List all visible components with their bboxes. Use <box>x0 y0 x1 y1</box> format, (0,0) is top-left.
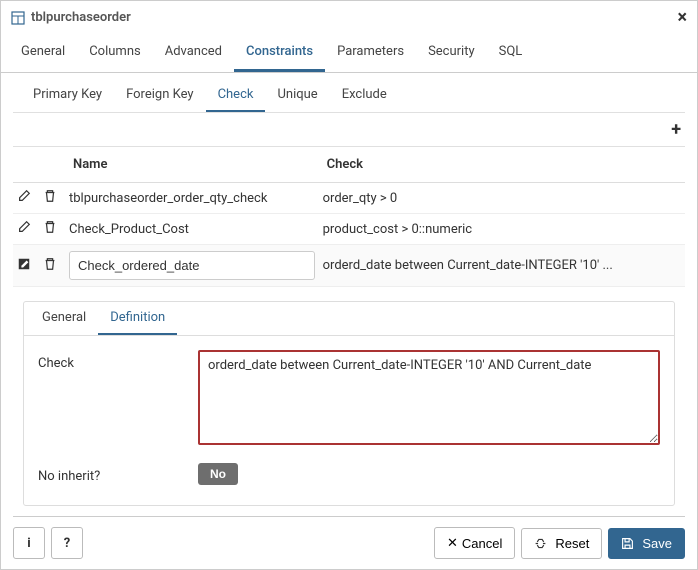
cancel-label: Cancel <box>462 536 502 551</box>
constraints-table: Name Check tblpurchaseorder_order_qty_ch… <box>13 147 685 287</box>
recycle-icon <box>534 537 551 550</box>
tab-columns[interactable]: Columns <box>77 34 153 72</box>
content: Primary Key Foreign Key Check Unique Exc… <box>1 79 697 506</box>
table-row: tblpurchaseorder_order_qty_check order_q… <box>13 183 685 214</box>
no-inherit-label: No inherit? <box>38 463 198 485</box>
subtab-check[interactable]: Check <box>206 79 266 112</box>
save-button[interactable]: Save <box>608 528 685 559</box>
reset-label: Reset <box>555 536 589 551</box>
detail-tab-definition[interactable]: Definition <box>98 302 177 335</box>
tab-constraints[interactable]: Constraints <box>234 34 325 72</box>
table-row: orderd_date between Current_date-INTEGER… <box>13 245 685 287</box>
tab-advanced[interactable]: Advanced <box>153 34 234 72</box>
main-tabs: General Columns Advanced Constraints Par… <box>1 34 697 73</box>
cell-check: product_cost > 0::numeric <box>319 214 685 245</box>
check-label: Check <box>38 350 198 445</box>
trash-icon[interactable] <box>43 189 61 203</box>
detail-body: Check No inherit? No <box>24 336 674 505</box>
save-label: Save <box>642 536 672 551</box>
cell-check: orderd_date between Current_date-INTEGER… <box>319 245 685 287</box>
detail-tab-general[interactable]: General <box>30 302 98 335</box>
cell-name: tblpurchaseorder_order_qty_check <box>65 183 319 214</box>
dialog-footer: i ? ✕ Cancel Reset Save <box>1 517 697 569</box>
no-inherit-toggle[interactable]: No <box>198 463 238 485</box>
table-toolbar: + <box>13 113 685 147</box>
reset-button[interactable]: Reset <box>521 528 602 559</box>
detail-tabs: General Definition <box>24 302 674 336</box>
name-input[interactable] <box>69 251 315 280</box>
tab-security[interactable]: Security <box>416 34 487 72</box>
col-check: Check <box>319 147 685 183</box>
edit-icon[interactable] <box>17 257 35 271</box>
sub-tabs: Primary Key Foreign Key Check Unique Exc… <box>13 79 685 113</box>
help-button[interactable]: ? <box>51 527 83 559</box>
cell-name: Check_Product_Cost <box>65 214 319 245</box>
x-icon: ✕ <box>447 535 458 551</box>
dialog: tblpurchaseorder × General Columns Advan… <box>0 0 698 570</box>
subtab-primary-key[interactable]: Primary Key <box>21 79 114 112</box>
table-icon <box>11 11 25 25</box>
subtab-exclude[interactable]: Exclude <box>330 79 399 112</box>
tab-general[interactable]: General <box>9 34 77 72</box>
edit-icon[interactable] <box>17 220 35 234</box>
detail-panel: General Definition Check No inherit? No <box>23 301 675 506</box>
add-button[interactable]: + <box>667 119 685 140</box>
trash-icon[interactable] <box>43 257 61 271</box>
cancel-button[interactable]: ✕ Cancel <box>434 527 515 559</box>
dialog-title: tblpurchaseorder <box>31 10 677 25</box>
close-icon[interactable]: × <box>677 7 687 28</box>
trash-icon[interactable] <box>43 220 61 234</box>
table-row: Check_Product_Cost product_cost > 0::num… <box>13 214 685 245</box>
save-icon <box>621 537 638 550</box>
tab-sql[interactable]: SQL <box>487 34 535 72</box>
tab-parameters[interactable]: Parameters <box>325 34 416 72</box>
subtab-unique[interactable]: Unique <box>265 79 329 112</box>
info-button[interactable]: i <box>13 527 45 559</box>
dialog-header: tblpurchaseorder × <box>1 1 697 34</box>
col-name: Name <box>65 147 319 183</box>
check-textarea[interactable] <box>198 350 660 445</box>
cell-check: order_qty > 0 <box>319 183 685 214</box>
subtab-foreign-key[interactable]: Foreign Key <box>114 79 205 112</box>
edit-icon[interactable] <box>17 189 35 203</box>
